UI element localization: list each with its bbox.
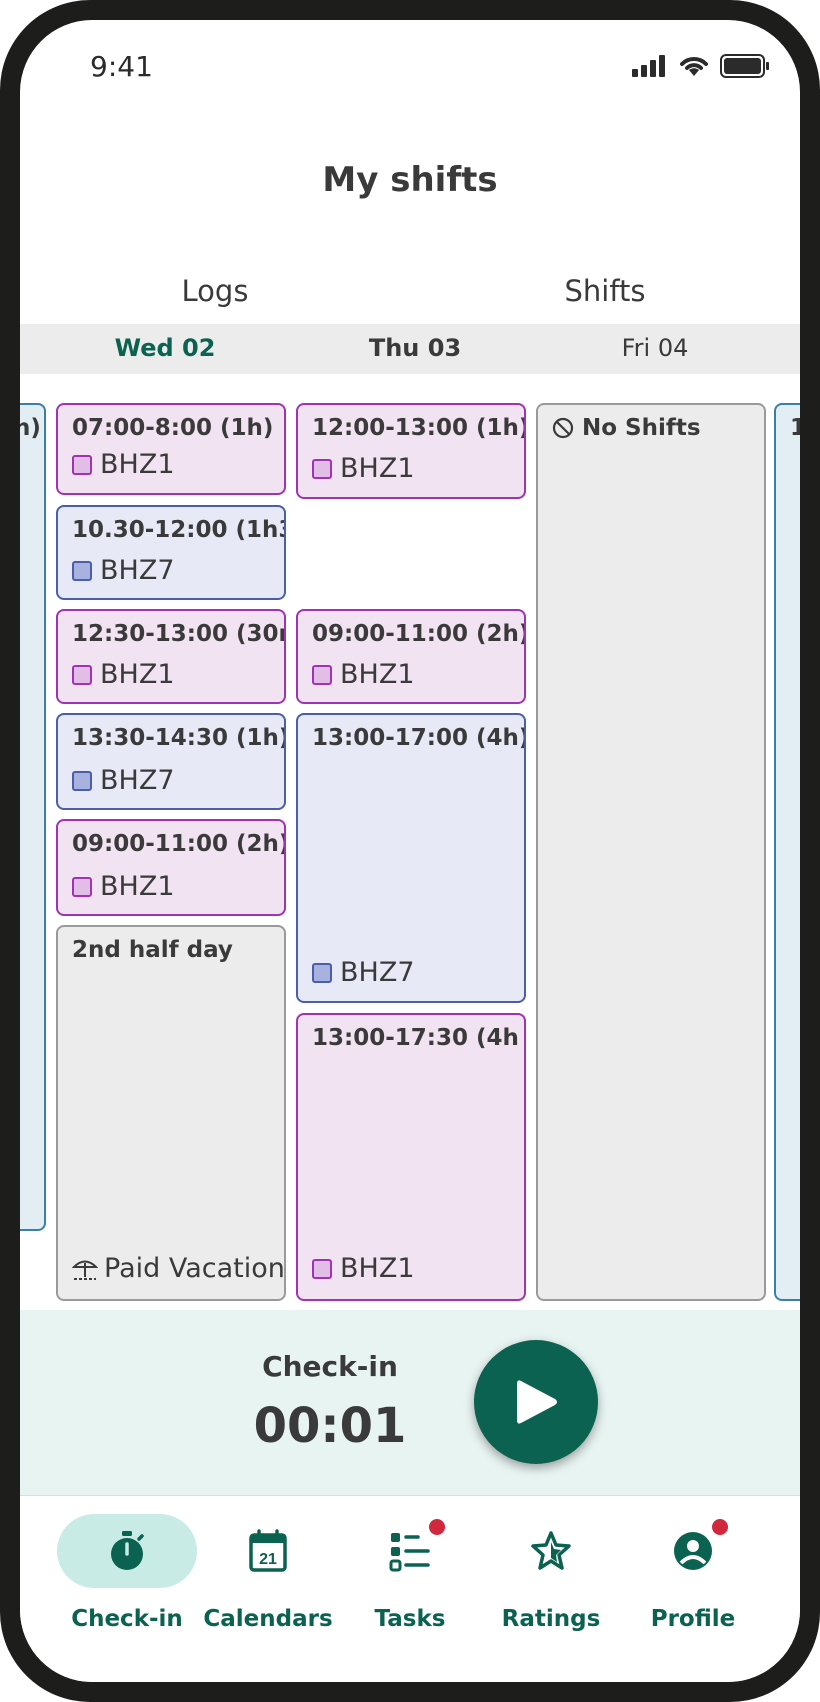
- location-color-swatch: [72, 454, 92, 475]
- nav-checkin[interactable]: Check-in: [57, 1514, 197, 1664]
- battery-icon: [720, 54, 769, 78]
- nav-calendars[interactable]: 21 Calendars: [198, 1514, 338, 1664]
- tab-shifts[interactable]: Shifts: [475, 274, 735, 308]
- nav-label: Ratings: [501, 1606, 601, 1632]
- location-label: BHZ1: [100, 871, 175, 902]
- shift-location: BHZ1: [312, 453, 415, 484]
- day-header-wed[interactable]: Wed 02: [50, 334, 280, 362]
- shift-card[interactable]: 12:00-13:00 (1h) BHZ1: [296, 403, 526, 499]
- tab-logs[interactable]: Logs: [85, 274, 345, 308]
- shift-time: h): [20, 415, 41, 441]
- beach-umbrella-icon: [72, 1260, 98, 1280]
- page-title: My shifts: [322, 160, 498, 200]
- shift-card[interactable]: 10.30-12:00 (1h30 BHZ7: [56, 505, 286, 600]
- signal-icon: [632, 55, 665, 77]
- no-shifts-row: No Shifts: [552, 415, 701, 441]
- shift-location: BHZ1: [312, 1253, 415, 1284]
- location-label: BHZ1: [100, 659, 175, 690]
- shifts-grid: h) 07:00-8:00 (1h) BHZ1 10.30-12:00 (1h3…: [20, 375, 800, 1305]
- tasks-list-icon: [340, 1514, 480, 1588]
- location-label: BHZ7: [100, 765, 175, 796]
- play-icon: [517, 1380, 557, 1424]
- vacation-card[interactable]: 2nd half day Paid Vacation: [56, 925, 286, 1301]
- status-time: 9:41: [90, 50, 153, 83]
- day-header-row: Wed 02 Thu 03 Fri 04: [20, 324, 800, 374]
- location-label: BHZ1: [340, 1253, 415, 1284]
- shift-time: 13:00-17:30 (4h 3: [312, 1025, 526, 1051]
- status-bar: 9:41: [20, 20, 800, 120]
- app-screen: 9:41 My shifts Logs Shifts Wed 02 Thu 03…: [20, 20, 800, 1682]
- shift-card-partial-left[interactable]: h): [20, 403, 46, 1231]
- location-label: BHZ7: [100, 555, 175, 586]
- bottom-nav: Check-in 21 Calendars Tasks Ratings Prof…: [20, 1495, 800, 1682]
- shift-time: 13:30-14:30 (1h): [72, 725, 286, 751]
- shift-location: BHZ1: [72, 449, 175, 480]
- shift-card[interactable]: 12:30-13:00 (30m BHZ1: [56, 609, 286, 704]
- nav-ratings[interactable]: Ratings: [481, 1514, 621, 1664]
- wifi-icon: [680, 57, 708, 76]
- shift-time: 07:00-8:00 (1h): [72, 415, 274, 441]
- shift-location: BHZ7: [72, 555, 175, 586]
- location-label: BHZ1: [100, 449, 175, 480]
- shift-time: 12:30-13:00 (30m: [72, 621, 286, 647]
- shift-card[interactable]: 07:00-8:00 (1h) BHZ1: [56, 403, 286, 495]
- no-entry-icon: [552, 417, 574, 439]
- tasks-notification-badge: [429, 1519, 445, 1535]
- shift-time: 13:00-17:00 (4h): [312, 725, 526, 751]
- location-label: BHZ1: [340, 453, 415, 484]
- shift-time: 1: [790, 415, 800, 441]
- shift-card-partial-right[interactable]: 1: [774, 403, 800, 1301]
- shift-card[interactable]: 09:00-11:00 (2h) BHZ1: [56, 819, 286, 916]
- vacation-label: Paid Vacation: [104, 1253, 285, 1284]
- calendar-date: 21: [259, 1551, 277, 1568]
- nav-tasks[interactable]: Tasks: [340, 1514, 480, 1664]
- shift-card[interactable]: 13:00-17:30 (4h 3 BHZ1: [296, 1013, 526, 1301]
- profile-icon: [623, 1514, 763, 1588]
- shift-location: BHZ7: [312, 957, 415, 988]
- phone-frame: 9:41 My shifts Logs Shifts Wed 02 Thu 03…: [0, 0, 820, 1702]
- shift-card[interactable]: 13:00-17:00 (4h) BHZ7: [296, 713, 526, 1003]
- location-color-swatch: [72, 876, 92, 897]
- shift-location: BHZ1: [72, 871, 175, 902]
- shift-time: 09:00-11:00 (2h): [72, 831, 286, 857]
- location-color-swatch: [312, 1258, 332, 1279]
- nav-label: Check-in: [71, 1606, 183, 1632]
- checkin-label: Check-in: [262, 1350, 398, 1383]
- vacation-type: Paid Vacation: [72, 1253, 285, 1284]
- star-icon: [481, 1514, 621, 1588]
- shift-card[interactable]: 13:30-14:30 (1h) BHZ7: [56, 713, 286, 810]
- calendar-icon: 21: [198, 1514, 338, 1588]
- location-label: BHZ1: [340, 659, 415, 690]
- no-shifts-label: No Shifts: [582, 415, 701, 441]
- shift-location: BHZ1: [72, 659, 175, 690]
- shift-time: 12:00-13:00 (1h): [312, 415, 526, 441]
- shift-location: BHZ7: [72, 765, 175, 796]
- checkin-timer: 00:01: [253, 1398, 407, 1454]
- location-color-swatch: [72, 560, 92, 581]
- profile-notification-badge: [712, 1519, 728, 1535]
- start-checkin-button[interactable]: [474, 1340, 598, 1464]
- nav-label: Tasks: [374, 1606, 446, 1632]
- location-color-swatch: [72, 770, 92, 791]
- location-color-swatch: [312, 962, 332, 983]
- location-color-swatch: [312, 458, 332, 479]
- nav-label: Calendars: [203, 1606, 333, 1632]
- shift-location: BHZ1: [312, 659, 415, 690]
- stopwatch-icon: [57, 1514, 197, 1588]
- nav-label: Profile: [650, 1606, 736, 1632]
- day-header-thu[interactable]: Thu 03: [300, 334, 530, 362]
- location-color-swatch: [72, 664, 92, 685]
- location-color-swatch: [312, 664, 332, 685]
- checkin-panel: Check-in 00:01: [20, 1310, 800, 1495]
- shift-card[interactable]: 09:00-11:00 (2h) BHZ1: [296, 609, 526, 704]
- no-shifts-card: No Shifts: [536, 403, 766, 1301]
- location-label: BHZ7: [340, 957, 415, 988]
- shift-time: 09:00-11:00 (2h): [312, 621, 526, 647]
- vacation-title: 2nd half day: [72, 937, 233, 963]
- shift-time: 10.30-12:00 (1h30: [72, 517, 284, 543]
- status-icons: [632, 54, 770, 78]
- day-header-fri[interactable]: Fri 04: [540, 334, 770, 362]
- nav-profile[interactable]: Profile: [623, 1514, 763, 1664]
